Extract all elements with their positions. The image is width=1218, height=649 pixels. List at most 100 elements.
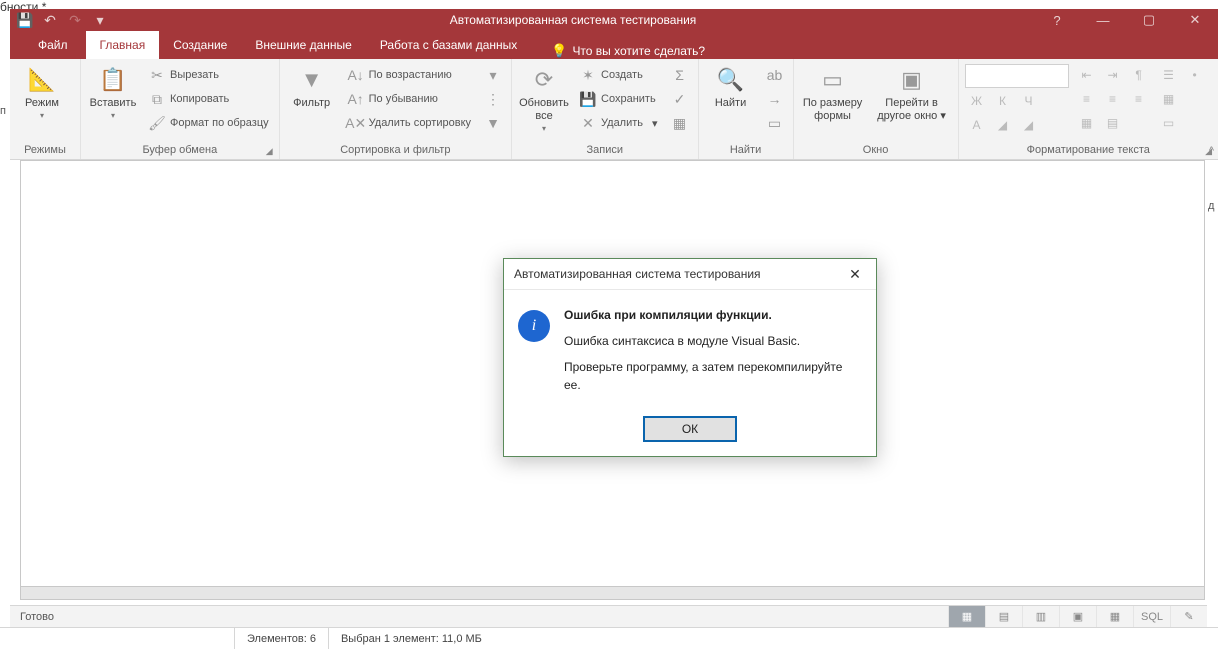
group-text-formatting: Ж К Ч А ◢ ◢ ⇤ ⇥ ¶ ≡ ≡ bbox=[959, 59, 1218, 159]
qat-customize-button[interactable]: ▾ bbox=[88, 10, 112, 30]
inc-indent-button[interactable]: ⇥ bbox=[1101, 64, 1125, 86]
refresh-all-button[interactable]: ⟳ Обновить все ▾ bbox=[518, 62, 570, 133]
group-records-label: Записи bbox=[518, 142, 692, 159]
align-center-button[interactable]: ≡ bbox=[1101, 88, 1125, 110]
tab-home[interactable]: Главная bbox=[86, 31, 160, 59]
tab-create[interactable]: Создание bbox=[159, 31, 241, 59]
save-record-button[interactable]: 💾 Сохранить bbox=[576, 88, 662, 110]
filter-button[interactable]: ▼ Фильтр bbox=[286, 62, 338, 110]
dialog-ok-button[interactable]: ОК bbox=[643, 416, 737, 442]
totals-button[interactable]: Σ bbox=[668, 64, 692, 86]
collapse-ribbon-button[interactable]: ^ bbox=[1209, 145, 1214, 157]
shading-button[interactable]: ▦ bbox=[1157, 88, 1181, 110]
select-button[interactable]: ▭ bbox=[763, 112, 787, 134]
new-label: Создать bbox=[601, 69, 643, 81]
chevron-down-icon: ▾ bbox=[96, 12, 103, 29]
dialog-launcher-icon[interactable]: ◢ bbox=[266, 146, 273, 157]
fill-button[interactable]: ◢ bbox=[1017, 114, 1041, 136]
highlight-button[interactable]: ◢ bbox=[991, 114, 1015, 136]
alt-row-button[interactable]: ▤ bbox=[1101, 112, 1125, 134]
font-color-button[interactable]: А bbox=[965, 114, 989, 136]
tab-external-data[interactable]: Внешние данные bbox=[241, 31, 366, 59]
explorer-item-count: Элементов: 6 bbox=[234, 628, 328, 649]
view-layout-button[interactable]: ▥ bbox=[1022, 606, 1059, 627]
tab-database-tools[interactable]: Работа с базами данных bbox=[366, 31, 531, 59]
help-button[interactable]: ? bbox=[1034, 9, 1080, 31]
qat-save-button[interactable]: 💾 bbox=[13, 10, 37, 30]
replace-button[interactable]: ab bbox=[763, 64, 787, 86]
sort-asc-button[interactable]: A↓По возрастанию bbox=[344, 64, 475, 86]
dialog-title-text: Автоматизированная система тестирования bbox=[514, 267, 761, 281]
group-format-label: Форматирование текста◢ bbox=[965, 142, 1212, 159]
brush-icon: 🖌 bbox=[149, 115, 165, 131]
align-left-button[interactable]: ≡ bbox=[1075, 88, 1099, 110]
painter-label: Формат по образцу bbox=[170, 117, 269, 129]
view-button[interactable]: 📐 Режим ▾ bbox=[16, 62, 68, 120]
error-dialog: Автоматизированная система тестирования … bbox=[503, 258, 877, 457]
qat-redo-button[interactable]: ↷ bbox=[63, 10, 87, 30]
copy-button[interactable]: ⧉Копировать bbox=[145, 88, 273, 110]
delete-record-button[interactable]: ✕Удалить▾ bbox=[576, 112, 662, 134]
ltr-button[interactable]: ¶ bbox=[1127, 64, 1151, 86]
redo-icon: ↷ bbox=[69, 12, 81, 29]
view-datasheet-button[interactable]: ▦ bbox=[948, 606, 985, 627]
bullets-button[interactable]: • bbox=[1183, 64, 1207, 86]
gridlines-button[interactable]: ▦ bbox=[1075, 112, 1099, 134]
window-title: Автоматизированная система тестирования bbox=[112, 13, 1034, 27]
tab-file[interactable]: Файл bbox=[20, 31, 86, 59]
selection-icon: ▾ bbox=[485, 67, 501, 83]
selection-filter-button[interactable]: ▾ bbox=[481, 64, 505, 86]
new-icon: ✶ bbox=[580, 67, 596, 83]
remove-sort-button[interactable]: A✕Удалить сортировку bbox=[344, 112, 475, 134]
quick-access-toolbar: 💾 ↶ ↷ ▾ bbox=[10, 10, 112, 30]
group-find-label: Найти bbox=[705, 142, 787, 159]
advanced-filter-button[interactable]: ⋮ bbox=[481, 88, 505, 110]
format-painter-button[interactable]: 🖌 Формат по образцу bbox=[145, 112, 273, 134]
find-button[interactable]: 🔍 Найти bbox=[705, 62, 757, 110]
underline-button[interactable]: Ч bbox=[1017, 90, 1041, 112]
view-label: Режим bbox=[25, 97, 59, 110]
italic-button[interactable]: К bbox=[991, 90, 1015, 112]
lightbulb-icon: 💡 bbox=[551, 43, 567, 59]
undo-icon: ↶ bbox=[44, 12, 56, 29]
save-icon: 💾 bbox=[16, 12, 33, 29]
bold-button[interactable]: Ж bbox=[965, 90, 989, 112]
new-record-button[interactable]: ✶ Создать bbox=[576, 64, 662, 86]
qat-undo-button[interactable]: ↶ bbox=[38, 10, 62, 30]
goto-button[interactable]: → bbox=[763, 88, 787, 110]
view-form-button[interactable]: ▤ bbox=[985, 606, 1022, 627]
select-icon: ▭ bbox=[767, 115, 783, 131]
paste-icon: 📋 bbox=[97, 64, 129, 96]
view-design-button[interactable]: ▣ bbox=[1059, 606, 1096, 627]
dialog-close-button[interactable]: ✕ bbox=[842, 263, 868, 285]
sort-desc-button[interactable]: A↑По убыванию bbox=[344, 88, 475, 110]
numbering-button[interactable]: ☰ bbox=[1157, 64, 1181, 86]
dec-indent-button[interactable]: ⇤ bbox=[1075, 64, 1099, 86]
switch-window-button[interactable]: ▣ Перейти в другое окно ▾ bbox=[872, 62, 952, 123]
view-sql-button[interactable]: SQL bbox=[1133, 606, 1170, 627]
more-records-button[interactable]: ▦ bbox=[668, 112, 692, 134]
view-other-button[interactable]: ✎ bbox=[1170, 606, 1207, 627]
font-combo[interactable] bbox=[965, 64, 1069, 88]
cut-button[interactable]: ✂Вырезать bbox=[145, 64, 273, 86]
find-label: Найти bbox=[715, 97, 746, 110]
group-window: ▭ По размеру формы ▣ Перейти в другое ок… bbox=[794, 59, 959, 159]
maximize-button[interactable]: ▢ bbox=[1126, 9, 1172, 31]
status-bar: Готово ▦ ▤ ▥ ▣ ▦ SQL ✎ bbox=[10, 605, 1207, 627]
view-icon: 📐 bbox=[26, 64, 58, 96]
dialog-line1: Ошибка синтаксиса в модуле Visual Basic. bbox=[564, 332, 862, 350]
cond-format-button[interactable]: ▭ bbox=[1157, 112, 1181, 134]
align-right-button[interactable]: ≡ bbox=[1127, 88, 1151, 110]
tell-me-search[interactable]: 💡 Что вы хотите сделать? bbox=[531, 43, 705, 59]
fit-form-button[interactable]: ▭ По размеру формы bbox=[800, 62, 866, 123]
save-icon: 💾 bbox=[580, 91, 596, 107]
spelling-button[interactable]: ✓ bbox=[668, 88, 692, 110]
delete-label: Удалить bbox=[601, 117, 643, 129]
view-report-button[interactable]: ▦ bbox=[1096, 606, 1133, 627]
paste-button[interactable]: 📋 Вставить ▾ bbox=[87, 62, 139, 120]
toggle-filter-button[interactable]: ▼ bbox=[481, 112, 505, 134]
close-button[interactable]: ✕ bbox=[1172, 9, 1218, 31]
minimize-button[interactable]: — bbox=[1080, 9, 1126, 31]
cut-label: Вырезать bbox=[170, 69, 219, 81]
save-label: Сохранить bbox=[601, 93, 656, 105]
